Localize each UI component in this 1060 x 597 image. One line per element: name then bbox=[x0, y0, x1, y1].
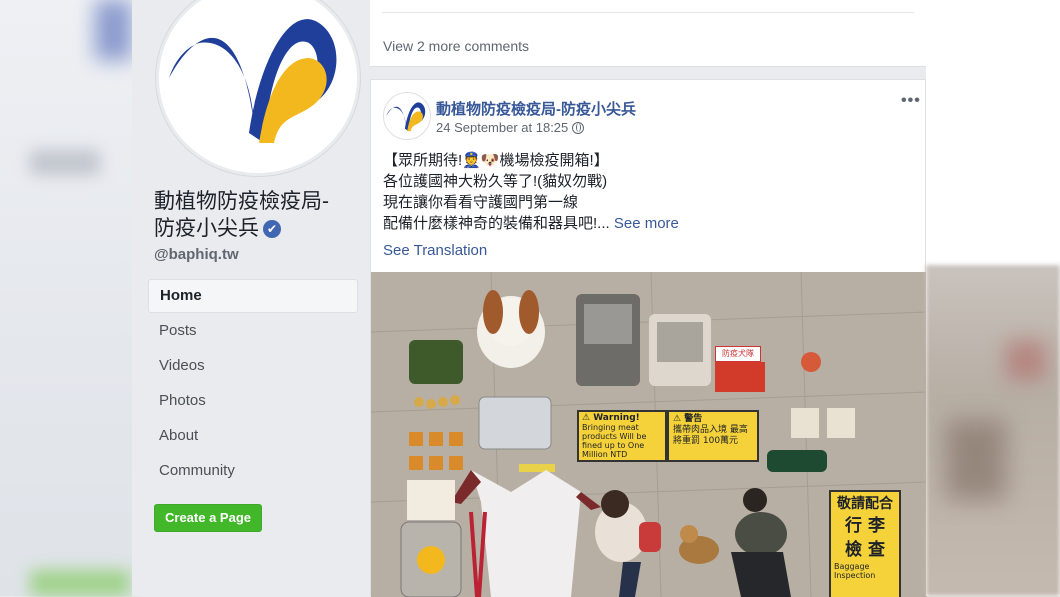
nav-item-videos[interactable]: Videos bbox=[148, 349, 358, 383]
post-author-name[interactable]: 動植物防疫檢疫局-防疫小尖兵 bbox=[436, 98, 636, 119]
verified-badge-icon: ✔ bbox=[263, 220, 281, 238]
warning-sign-body: Bringing meat products Will be fined up … bbox=[582, 423, 647, 459]
baphiq-logo-icon bbox=[169, 19, 337, 143]
sign-line: 敬請配合 bbox=[837, 496, 893, 512]
post-author-avatar[interactable] bbox=[383, 92, 431, 140]
warning-sign-body: 攜帶肉品入境 最高將重罰 100萬元 bbox=[673, 425, 748, 446]
post-line: 配備什麼樣神奇的裝備和器具吧!... See more bbox=[383, 213, 913, 234]
divider bbox=[382, 12, 914, 13]
post-line: 現在讓你看看守護國門第一線 bbox=[383, 194, 579, 211]
post-timestamp-text[interactable]: 24 September at 18:25 bbox=[436, 120, 568, 135]
post-body: 【眾所期待!👮🐶機場檢疫開箱!】 各位護國神大粉久等了!(貓奴勿戰) 現在讓你看… bbox=[383, 150, 913, 234]
post-line: 【眾所期待!👮🐶機場檢疫開箱!】 bbox=[383, 152, 609, 169]
post-photo[interactable]: ⚠ Warning! Bringing meat products Will b… bbox=[371, 272, 927, 597]
feed-post: 動植物防疫檢疫局-防疫小尖兵 24 September at 18:25 •••… bbox=[370, 79, 927, 597]
page-title: 動植物防疫檢疫局- 防疫小尖兵 ✔ bbox=[154, 188, 364, 242]
page-title-line2: 防疫小尖兵 bbox=[154, 217, 259, 240]
create-page-button[interactable]: Create a Page bbox=[154, 504, 262, 532]
nav-item-home[interactable]: Home bbox=[148, 279, 358, 313]
background-left bbox=[0, 0, 132, 596]
nav-item-community[interactable]: Community bbox=[148, 454, 358, 488]
nav-item-posts[interactable]: Posts bbox=[148, 314, 358, 348]
sign-subtitle: Baggage Inspection bbox=[834, 562, 876, 580]
page-nav: Home Posts Videos Photos About Community bbox=[148, 279, 358, 489]
nav-item-about[interactable]: About bbox=[148, 419, 358, 453]
quarantine-tag: 防疫犬隊 bbox=[715, 346, 761, 362]
page-handle[interactable]: @baphiq.tw bbox=[154, 246, 239, 263]
background-right bbox=[926, 0, 1060, 596]
globe-icon bbox=[572, 122, 585, 134]
previous-post-footer: View 2 more comments bbox=[370, 0, 926, 67]
nav-item-photos[interactable]: Photos bbox=[148, 384, 358, 418]
view-more-comments-link[interactable]: View 2 more comments bbox=[383, 38, 529, 54]
baphiq-logo-icon bbox=[386, 102, 426, 132]
warning-sign-english: ⚠ Warning! Bringing meat products Will b… bbox=[577, 410, 667, 462]
see-translation-link[interactable]: See Translation bbox=[383, 242, 487, 259]
page-sidebar: 動植物防疫檢疫局- 防疫小尖兵 ✔ @baphiq.tw Home Posts V… bbox=[132, 0, 370, 596]
warning-sign-title: ⚠ Warning! bbox=[582, 413, 640, 423]
page-title-line1: 動植物防疫檢疫局- bbox=[154, 190, 329, 213]
sign-line: 檢 查 bbox=[845, 540, 885, 560]
ellipsis: ... bbox=[597, 215, 610, 232]
blurred-shape bbox=[30, 570, 130, 596]
post-options-icon[interactable]: ••• bbox=[901, 92, 921, 110]
baggage-inspection-sign: 敬請配合 行 李 檢 查 Baggage Inspection bbox=[829, 490, 901, 597]
sign-line: 行 李 bbox=[845, 516, 885, 536]
see-more-link[interactable]: See more bbox=[614, 215, 679, 232]
blurred-shape bbox=[30, 150, 100, 175]
blurred-shape bbox=[1006, 340, 1046, 380]
blurred-shape bbox=[95, 0, 132, 60]
warning-sign-title: ⚠ 警告 bbox=[673, 414, 703, 424]
warning-sign-chinese: ⚠ 警告 攜帶肉品入境 最高將重罰 100萬元 bbox=[667, 410, 759, 462]
post-line-text: 配備什麼樣神奇的裝備和器具吧! bbox=[383, 215, 598, 232]
blurred-shape bbox=[946, 420, 1006, 500]
page-avatar[interactable] bbox=[156, 0, 360, 176]
post-timestamp: 24 September at 18:25 bbox=[436, 120, 585, 135]
post-line: 各位護國神大粉久等了!(貓奴勿戰) bbox=[383, 173, 608, 190]
